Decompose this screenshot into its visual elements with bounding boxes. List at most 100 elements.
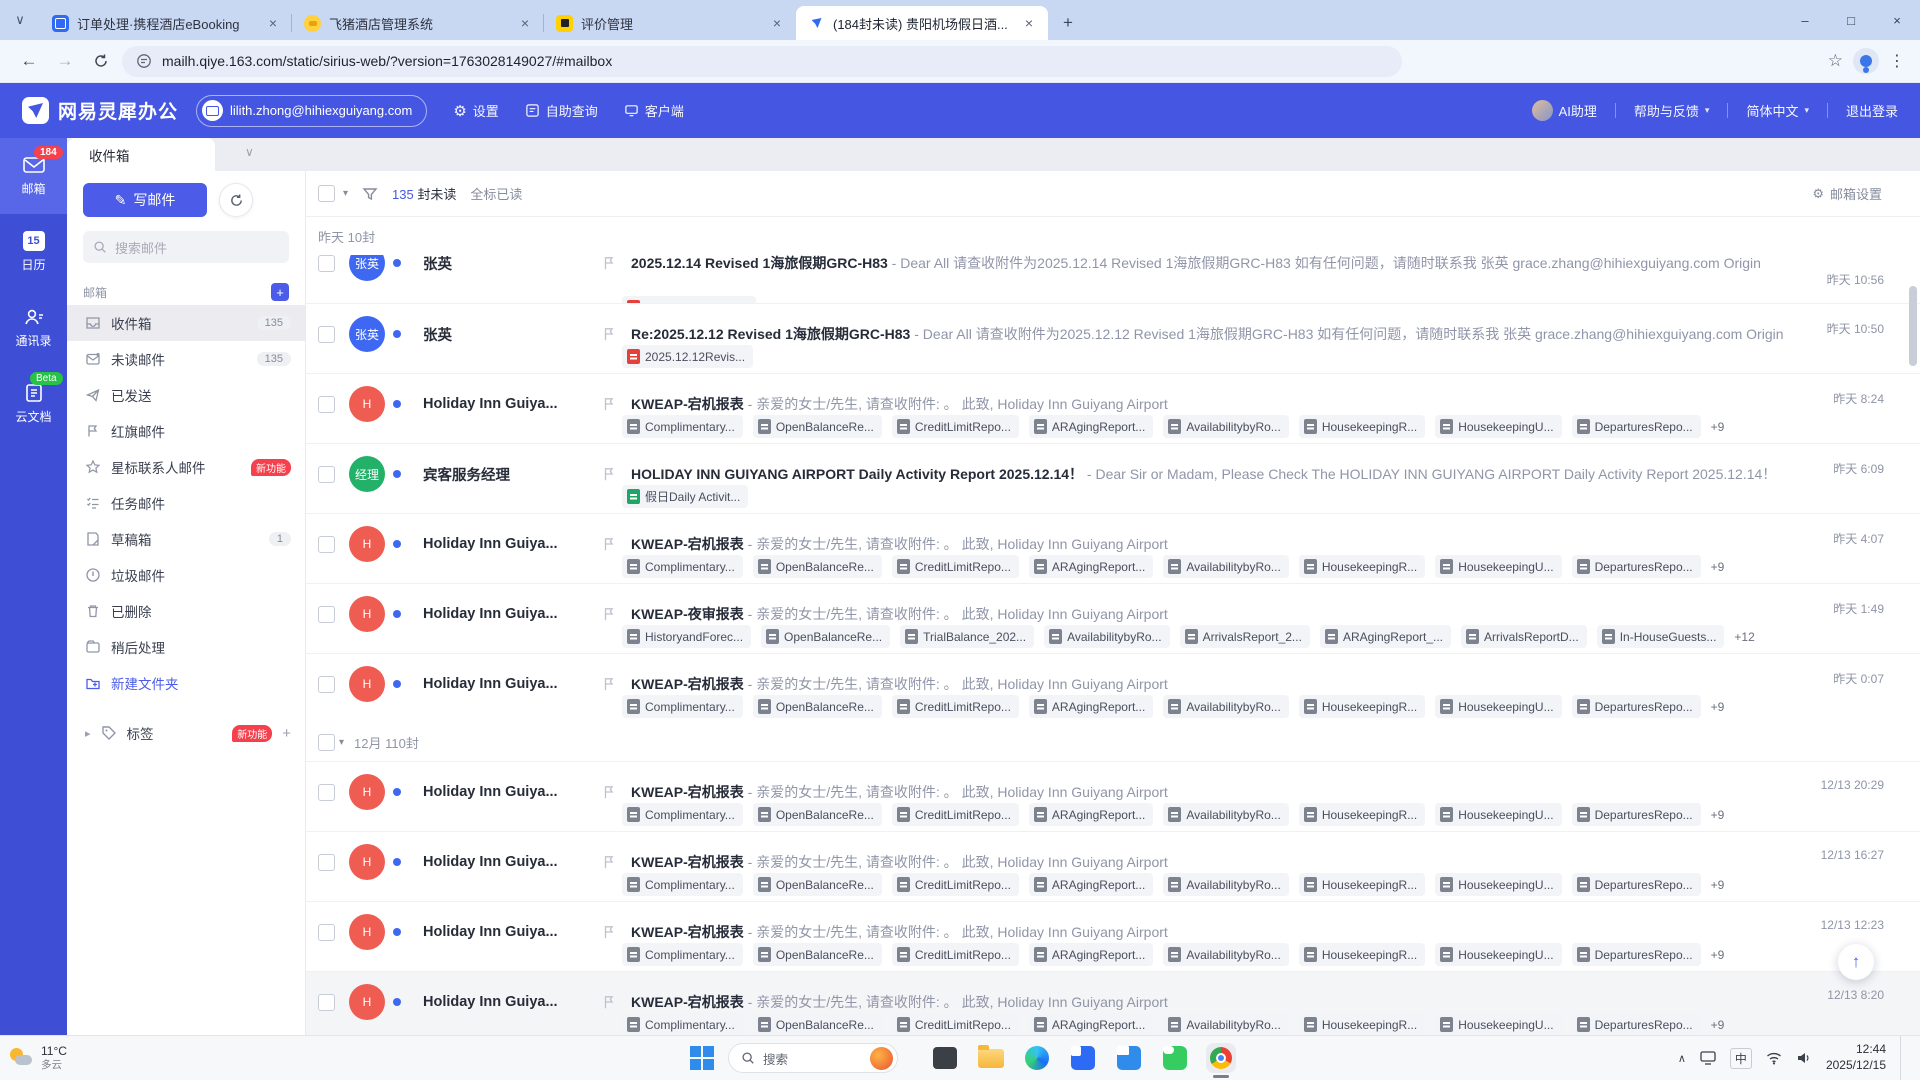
folder-item-0[interactable]: 收件箱 135 <box>67 305 305 341</box>
flag-icon[interactable] <box>601 854 617 870</box>
folder-item-9[interactable]: 稍后处理 <box>67 629 305 665</box>
rail-item-contacts[interactable]: 通讯录 <box>0 290 67 366</box>
taskbar-wechat[interactable] <box>1160 1043 1190 1073</box>
nav-settings[interactable]: ⚙ 设置 <box>453 101 498 120</box>
attachment-chip[interactable]: HousekeepingU... <box>1435 943 1562 966</box>
mailbox-tab-inbox[interactable]: 收件箱 <box>67 138 215 171</box>
taskbar-store[interactable] <box>1114 1043 1144 1073</box>
taskbar-chrome-active[interactable] <box>1206 1043 1236 1078</box>
email-checkbox[interactable] <box>318 605 335 623</box>
attachment-chip[interactable]: AvailabilitybyRo... <box>1163 1013 1289 1036</box>
more-attachments-count[interactable]: +9 <box>1711 700 1725 714</box>
more-attachments-count[interactable]: +9 <box>1711 1018 1725 1032</box>
attachment-chip[interactable]: AvailabilitybyRo... <box>1044 625 1170 648</box>
start-button[interactable] <box>690 1046 714 1070</box>
tab-list-chevron-icon[interactable]: ∨ <box>245 145 254 159</box>
back-button[interactable]: ← <box>14 46 44 76</box>
tab-close-icon[interactable]: × <box>516 14 534 32</box>
attachment-chip[interactable]: OpenBalanceRe... <box>752 555 882 578</box>
attachment-chip[interactable]: AvailabilitybyRo... <box>1163 695 1289 718</box>
tab-search-chevron-icon[interactable]: ∨ <box>0 0 40 40</box>
attachment-chip[interactable]: HousekeepingU... <box>1435 1013 1562 1036</box>
attachment-chip[interactable]: HousekeepingR... <box>1298 803 1426 826</box>
attachment-chip[interactable]: CreditLimitRepo... <box>891 873 1019 896</box>
language-menu[interactable]: 简体中文 ▾ <box>1746 101 1809 120</box>
help-feedback-menu[interactable]: 帮助与反馈 ▾ <box>1634 101 1710 120</box>
attachment-chip[interactable]: OpenBalanceRe... <box>752 873 882 896</box>
bookmark-star-icon[interactable]: ☆ <box>1828 51 1843 71</box>
nav-self-query[interactable]: 自助查询 <box>525 101 598 120</box>
email-checkbox[interactable] <box>318 923 335 941</box>
attachment-chip[interactable]: DeparturesRepo... <box>1571 555 1701 578</box>
attachment-chip[interactable]: Complimentary... <box>622 555 743 578</box>
scroll-to-top-button[interactable]: ↑ <box>1838 944 1874 980</box>
attachment-chip[interactable]: DeparturesRepo... <box>1571 695 1701 718</box>
taskbar-clock[interactable]: 12:44 2025/12/15 <box>1826 1042 1886 1073</box>
mail-search-input[interactable]: 搜索邮件 <box>83 231 289 263</box>
show-desktop-button[interactable] <box>1900 1036 1906 1080</box>
window-minimize-button[interactable]: – <box>1782 0 1828 40</box>
new-tab-button[interactable]: + <box>1054 9 1082 37</box>
attachment-chip[interactable]: 假日Daily Activit... <box>622 485 749 508</box>
forward-button[interactable]: → <box>50 46 80 76</box>
attachment-chip[interactable]: CreditLimitRepo... <box>891 695 1019 718</box>
nav-client[interactable]: 客户端 <box>624 101 684 120</box>
attachment-chip[interactable]: DeparturesRepo... <box>1571 943 1701 966</box>
email-row[interactable]: H Holiday Inn Guiya... KWEAP-夜审报表 - 亲爱的女士/… <box>306 583 1920 653</box>
reload-button[interactable] <box>86 46 116 76</box>
flag-icon[interactable] <box>601 784 617 800</box>
attachment-chip[interactable]: HousekeepingR... <box>1298 695 1426 718</box>
folder-item-7[interactable]: 垃圾邮件 <box>67 557 305 593</box>
tab-ebooking[interactable]: 订单处理·携程酒店eBooking × <box>40 6 292 40</box>
select-all-checkbox[interactable] <box>318 185 335 202</box>
attachment-chip[interactable]: ArrivalsReportD... <box>1461 625 1587 648</box>
attachment-chip[interactable]: OpenBalanceRe... <box>752 943 882 966</box>
account-pill[interactable]: lilith.zhong@hihiexguiyang.com <box>196 94 428 127</box>
attachment-chip[interactable]: HistoryandForec... <box>622 625 752 648</box>
attachment-chip[interactable]: HousekeepingU... <box>1435 695 1562 718</box>
attachment-chip[interactable]: HousekeepingU... <box>1435 873 1562 896</box>
mailbox-settings-button[interactable]: ⚙ 邮箱设置 <box>1812 184 1908 203</box>
attachment-chip[interactable]: HousekeepingR... <box>1298 1013 1426 1036</box>
email-row[interactable]: 张英 张英 Re:2025.12.12 Revised 1海旅假期GRC-H83 -… <box>306 303 1920 373</box>
browser-menu-icon[interactable]: ⋮ <box>1889 51 1906 71</box>
flag-icon[interactable] <box>601 994 617 1010</box>
attachment-chip[interactable]: ARAgingReport... <box>1028 695 1154 718</box>
attachment-chip[interactable]: OpenBalanceRe... <box>752 1013 882 1036</box>
attachment-chip[interactable]: ArrivalsReport_2... <box>1179 625 1310 648</box>
attachment-chip[interactable]: AvailabilitybyRo... <box>1163 415 1289 438</box>
attachment-chip[interactable]: AvailabilitybyRo... <box>1163 803 1289 826</box>
more-attachments-count[interactable]: +12 <box>1734 630 1754 644</box>
attachment-chip[interactable]: DeparturesRepo... <box>1571 1013 1701 1036</box>
email-row[interactable]: H Holiday Inn Guiya... KWEAP-宕机报表 - 亲爱的女士/… <box>306 971 1920 1036</box>
tab-close-icon[interactable]: × <box>264 14 282 32</box>
email-row[interactable]: 经理 宾客服务经理 HOLIDAY INN GUIYANG AIRPORT Dail… <box>306 443 1920 513</box>
flag-icon[interactable] <box>601 606 617 622</box>
scrollbar-thumb[interactable] <box>1909 286 1917 366</box>
email-row[interactable]: H Holiday Inn Guiya... KWEAP-宕机报表 - 亲爱的女士/… <box>306 373 1920 443</box>
email-checkbox[interactable] <box>318 675 335 693</box>
folder-item-6[interactable]: 草稿箱 1 <box>67 521 305 557</box>
attachment-chip[interactable]: ARAgingReport... <box>1028 943 1154 966</box>
attachment-chip[interactable]: AvailabilitybyRo... <box>1163 943 1289 966</box>
attachment-chip[interactable]: TrialBalance_202... <box>900 625 1035 648</box>
attachment-chip[interactable]: OpenBalanceRe... <box>761 625 891 648</box>
more-attachments-count[interactable]: +9 <box>1711 948 1725 962</box>
flag-icon[interactable] <box>601 924 617 940</box>
taskbar-weather-widget[interactable]: 11°C 多云 <box>0 1044 130 1071</box>
attachment-chip[interactable]: HousekeepingR... <box>1298 873 1426 896</box>
logout-button[interactable]: 退出登录 <box>1846 101 1898 120</box>
taskbar-file-explorer[interactable] <box>976 1043 1006 1073</box>
attachment-chip[interactable]: CreditLimitRepo... <box>891 943 1019 966</box>
rail-item-calendar[interactable]: 15 日历 <box>0 214 67 290</box>
more-attachments-count[interactable]: +9 <box>1711 878 1725 892</box>
attachment-chip[interactable]: OpenBalanceRe... <box>752 695 882 718</box>
flag-icon[interactable] <box>601 676 617 692</box>
attachment-chip[interactable]: CreditLimitRepo... <box>891 803 1019 826</box>
attachment-chip[interactable]: Complimentary... <box>622 415 743 438</box>
email-row[interactable]: 张英 张英 2025.12.14 Revised 1海旅假期GRC-H83 - De… <box>306 255 1920 303</box>
attachment-chip[interactable]: ARAgingReport... <box>1028 1013 1154 1036</box>
filter-funnel-icon[interactable] <box>362 186 378 202</box>
ai-assistant-button[interactable]: AI助理 <box>1531 100 1597 121</box>
attachment-chip[interactable]: CreditLimitRepo... <box>891 555 1019 578</box>
